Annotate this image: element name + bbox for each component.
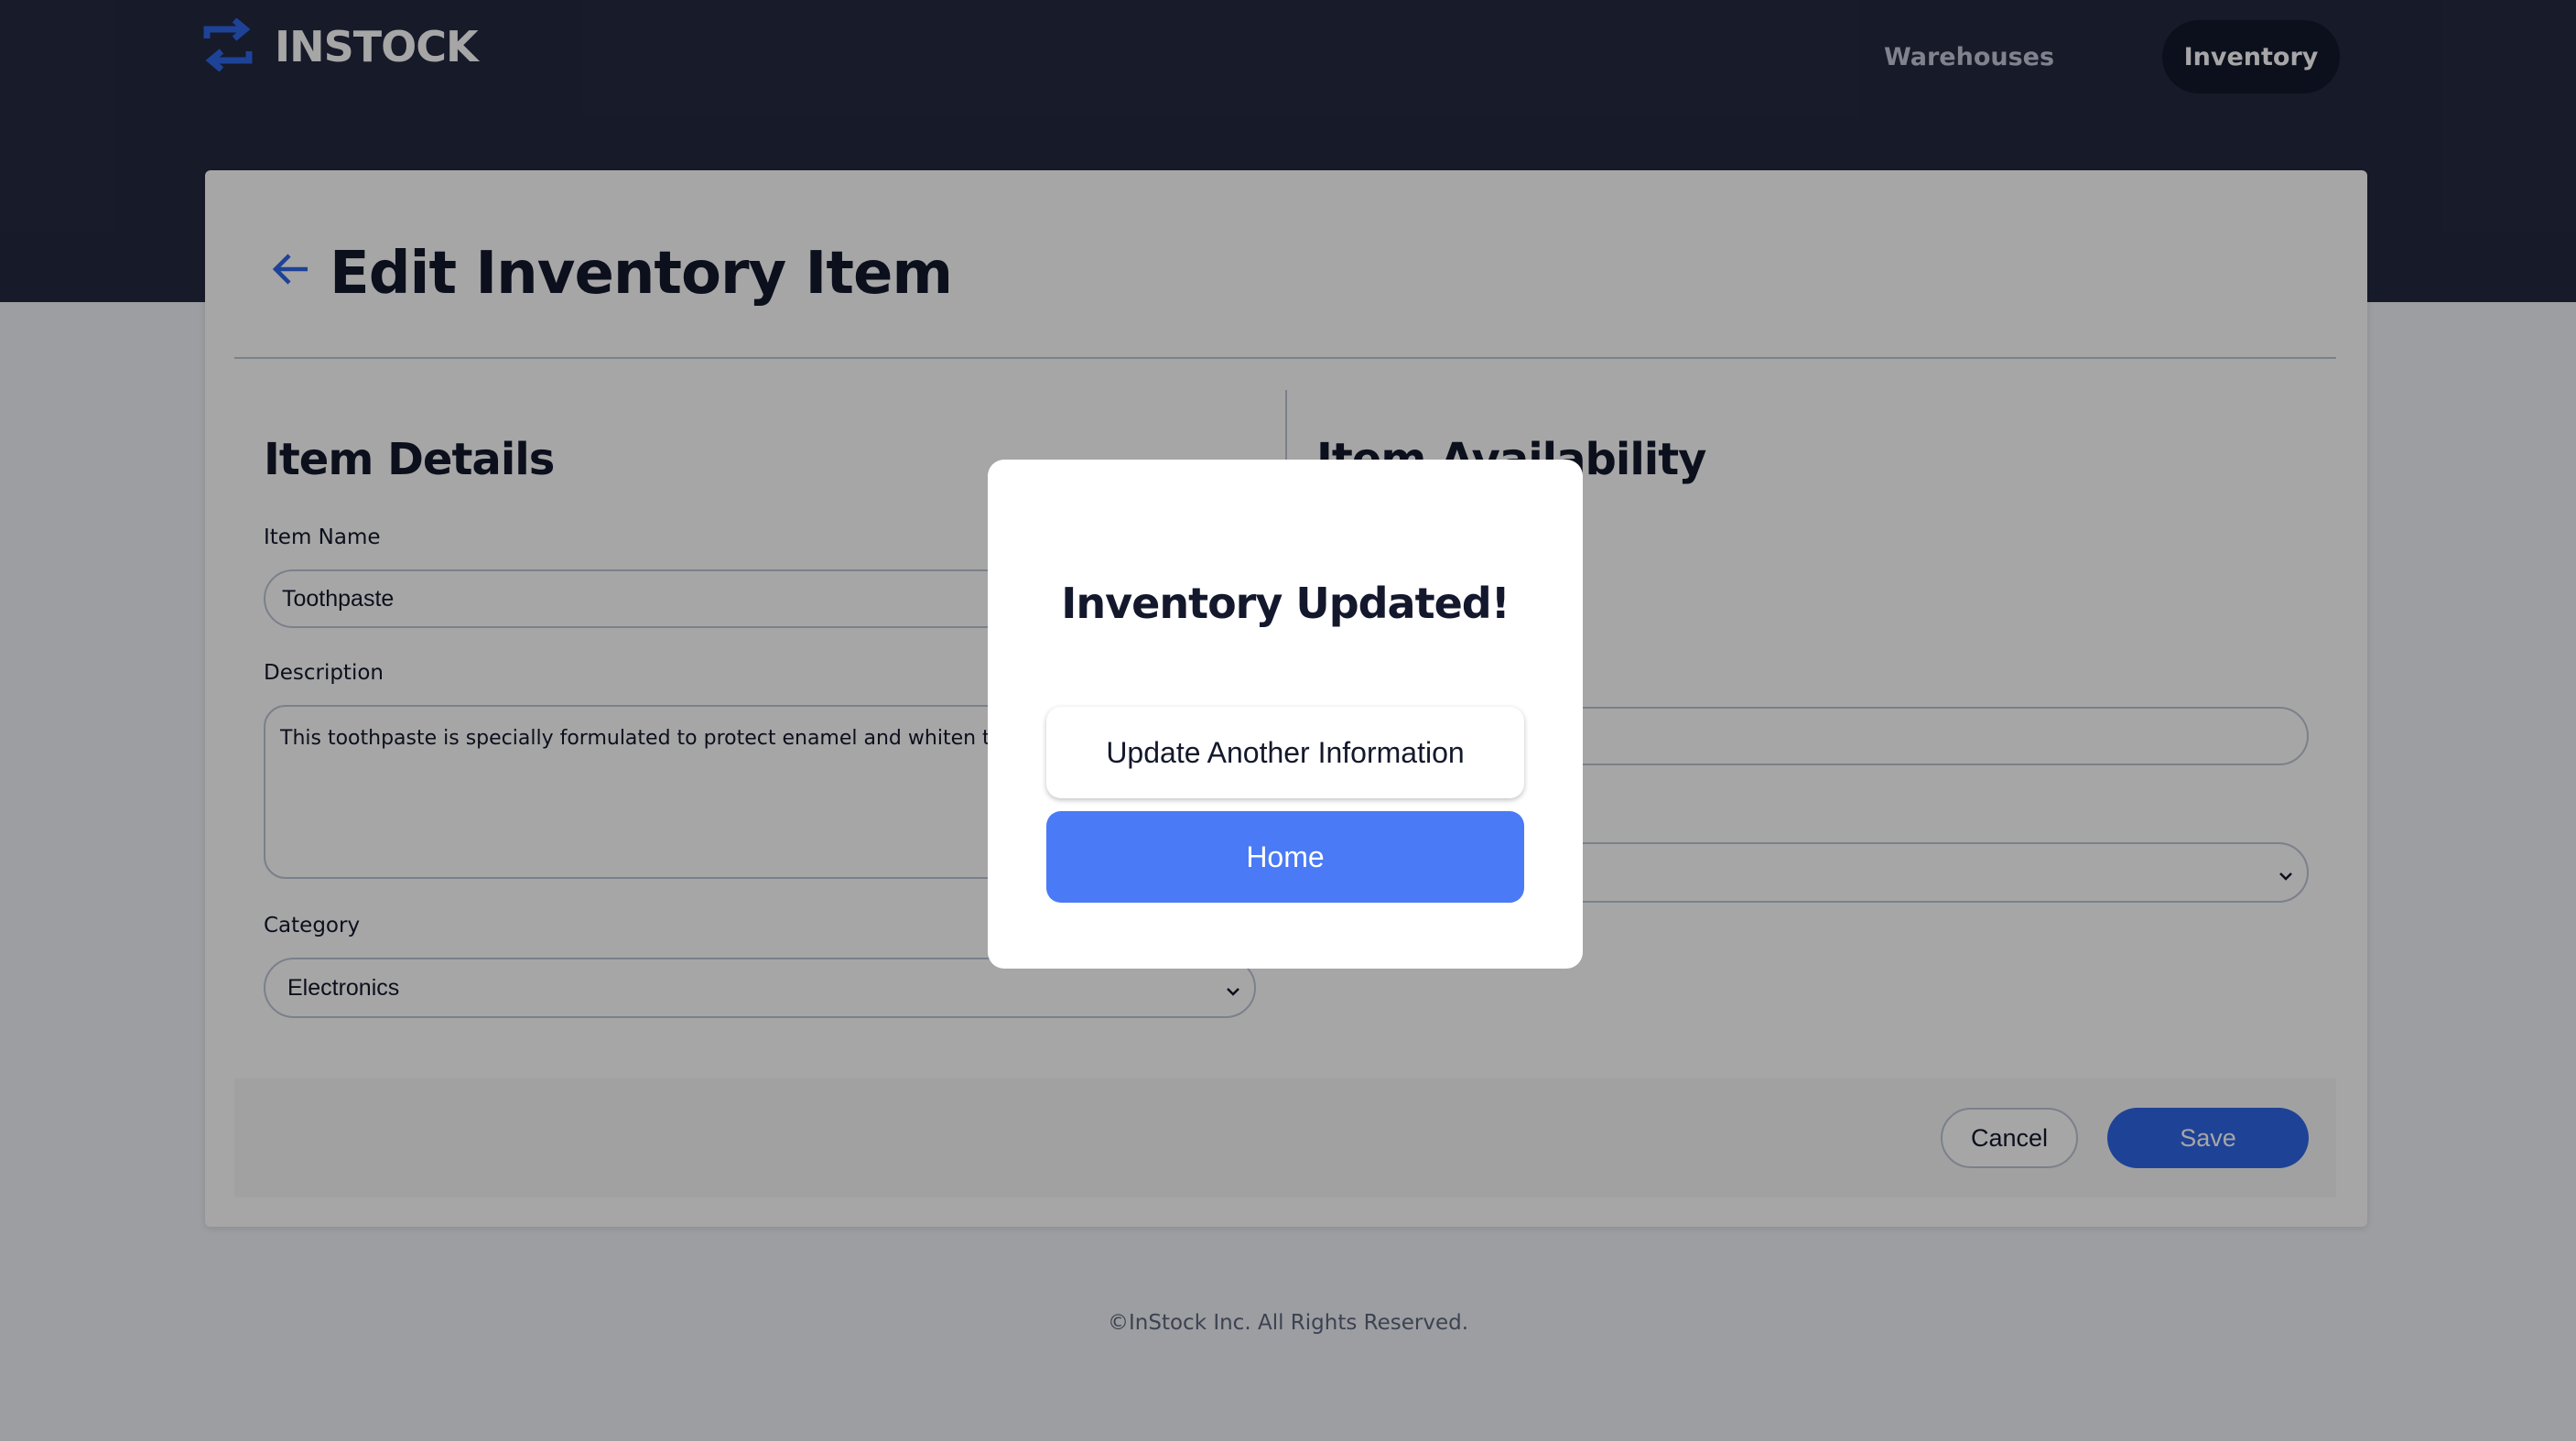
home-button[interactable]: Home — [1046, 811, 1524, 903]
modal-title: Inventory Updated! — [1061, 579, 1510, 628]
update-another-button[interactable]: Update Another Information — [1046, 707, 1524, 798]
inventory-updated-modal: Inventory Updated! Update Another Inform… — [988, 460, 1583, 969]
